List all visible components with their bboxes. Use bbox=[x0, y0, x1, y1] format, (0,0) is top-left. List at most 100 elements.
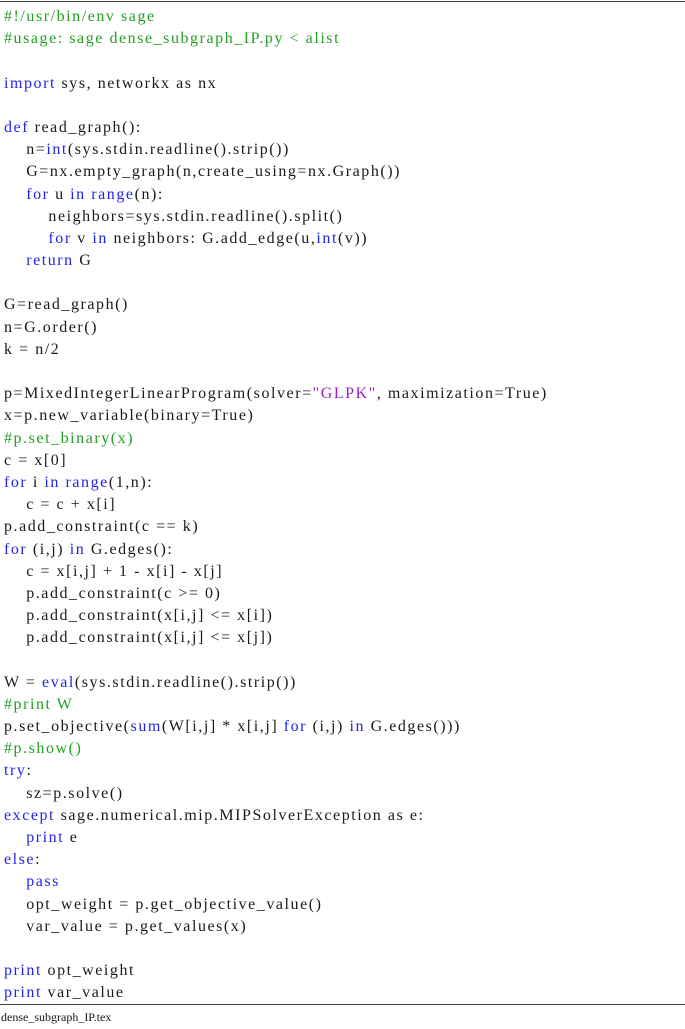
code-listing: #!/usr/bin/env sage #usage: sage dense_su… bbox=[4, 6, 548, 1004]
keyword-token: print bbox=[26, 828, 65, 846]
bottom-rule bbox=[0, 1004, 685, 1005]
keyword-token: in bbox=[70, 185, 86, 203]
code-token: neighbors: G.add_edge(u, bbox=[107, 229, 317, 247]
code-token: (sys.stdin.readline().strip()) bbox=[67, 141, 290, 159]
code-token: G=nx.empty_graph(n,create_using=nx.Graph… bbox=[26, 163, 402, 181]
top-rule bbox=[0, 1, 685, 2]
code-token: (n): bbox=[134, 185, 164, 203]
keyword-token: else bbox=[4, 851, 36, 869]
code-token: p.add_constraint(c >= 0) bbox=[26, 584, 222, 602]
code-line: #!/usr/bin/env sage bbox=[4, 6, 548, 28]
comment-token: #print W bbox=[4, 695, 74, 713]
code-line: neighbors=sys.stdin.readline().split() bbox=[4, 206, 548, 228]
code-line: for v in neighbors: G.add_edge(u,int(v)) bbox=[4, 228, 548, 250]
code-line: #usage: sage dense_subgraph_IP.py < alis… bbox=[4, 28, 548, 50]
code-token: (i,j) bbox=[27, 540, 70, 558]
keyword-token: for bbox=[26, 185, 50, 203]
code-token: sys, networkx as nx bbox=[55, 74, 218, 92]
code-token: (sys.stdin.readline().strip()) bbox=[74, 673, 297, 691]
code-line: for i in range(1,n): bbox=[4, 472, 548, 494]
keyword-token: in bbox=[44, 473, 60, 491]
keyword-token: in bbox=[349, 718, 366, 735]
code-token: read_graph(): bbox=[29, 118, 142, 136]
keyword-token: return bbox=[26, 252, 74, 270]
code-line: def read_graph(): bbox=[4, 117, 548, 139]
code-token: u bbox=[49, 185, 71, 203]
code-line: p.set_objective(sum(W[i,j] * x[i,j] for … bbox=[4, 716, 548, 738]
code-line: k = n/2 bbox=[4, 339, 548, 361]
comment-token: #p.set_binary(x) bbox=[4, 429, 135, 447]
code-line: for (i,j) in G.edges(): bbox=[4, 539, 548, 561]
code-line: c = x[i,j] + 1 - x[i] - x[j] bbox=[4, 561, 548, 583]
code-line: import sys, networkx as nx bbox=[4, 73, 548, 95]
code-token: G.edges(): bbox=[85, 540, 174, 558]
code-token: k = n/2 bbox=[4, 340, 61, 358]
code-line: G=read_graph() bbox=[4, 294, 548, 316]
code-token: n=G.order() bbox=[4, 318, 99, 336]
keyword-token: def bbox=[4, 118, 30, 136]
keyword-token: try bbox=[4, 762, 27, 780]
code-token: G.edges())) bbox=[365, 718, 461, 735]
keyword-token: in bbox=[92, 229, 108, 247]
keyword-token: range bbox=[65, 473, 109, 491]
keyword-token: in bbox=[69, 540, 86, 558]
code-line: else: bbox=[4, 849, 548, 871]
code-token: neighbors=sys.stdin.readline().split() bbox=[48, 207, 344, 225]
code-token: c = x[i,j] + 1 - x[i] - x[j] bbox=[26, 562, 224, 580]
code-line: print opt_weight bbox=[4, 960, 548, 982]
code-line: n=G.order() bbox=[4, 317, 548, 339]
code-line: p=MixedIntegerLinearProgram(solver="GLPK… bbox=[4, 383, 548, 405]
code-token: p=MixedIntegerLinearProgram(solver= bbox=[4, 385, 313, 403]
code-line: p.add_constraint(x[i,j] <= x[i]) bbox=[4, 605, 548, 627]
keyword-token: int bbox=[316, 229, 338, 247]
code-line: for u in range(n): bbox=[4, 184, 548, 206]
code-line: print e bbox=[4, 827, 548, 849]
code-token: W = bbox=[4, 673, 43, 691]
code-token: x=p.new_variable(binary=True) bbox=[4, 407, 255, 425]
code-token: sz=p.solve() bbox=[26, 784, 124, 802]
code-line: var_value = p.get_values(x) bbox=[4, 916, 548, 938]
code-line: W = eval(sys.stdin.readline().strip()) bbox=[4, 672, 548, 694]
code-line: #print W bbox=[4, 694, 548, 716]
keyword-token: for bbox=[4, 540, 28, 558]
code-line: p.add_constraint(x[i,j] <= x[j]) bbox=[4, 627, 548, 649]
code-token: : bbox=[26, 762, 33, 780]
code-line: try: bbox=[4, 760, 548, 782]
code-line: print var_value bbox=[4, 982, 548, 1004]
code-line: pass bbox=[4, 871, 548, 893]
code-token: (W[i,j] * x[i,j] bbox=[161, 718, 284, 735]
code-token: c = x[0] bbox=[4, 451, 68, 469]
code-token: G=read_graph() bbox=[4, 296, 129, 314]
code-line: return G bbox=[4, 250, 548, 272]
code-token: i bbox=[27, 473, 45, 491]
keyword-token: pass bbox=[26, 873, 60, 891]
code-line: c = c + x[i] bbox=[4, 494, 548, 516]
code-token: c = c + x[i] bbox=[26, 496, 117, 514]
keyword-token: import bbox=[4, 74, 56, 92]
listing-caption: dense_subgraph_IP.tex bbox=[1, 1010, 112, 1024]
code-token: : bbox=[35, 851, 42, 869]
code-line: p.add_constraint(c >= 0) bbox=[4, 583, 548, 605]
comment-token: #!/usr/bin/env sage bbox=[4, 8, 156, 25]
code-token: p.add_constraint(x[i,j] <= x[i]) bbox=[26, 607, 274, 625]
code-line: c = x[0] bbox=[4, 450, 548, 472]
keyword-token: int bbox=[46, 141, 68, 159]
code-token: (v)) bbox=[337, 229, 369, 247]
keyword-token: except bbox=[4, 806, 56, 824]
keyword-token: print bbox=[4, 984, 42, 1002]
